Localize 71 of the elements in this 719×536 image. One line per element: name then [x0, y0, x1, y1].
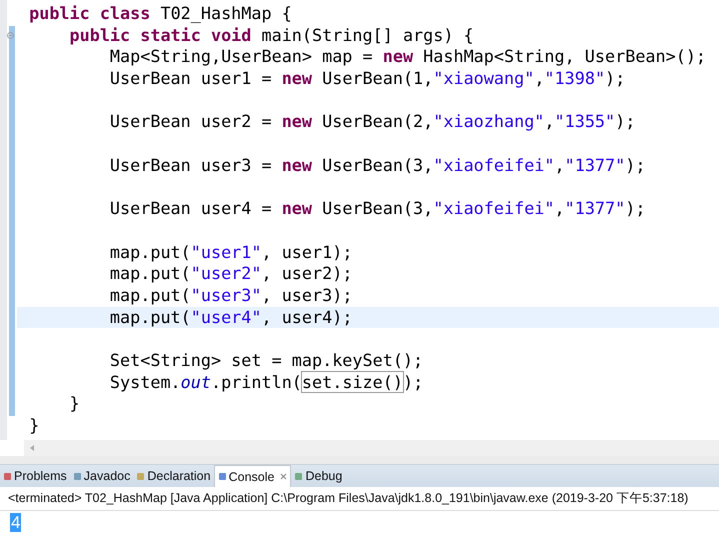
code-text: .println( — [210, 372, 302, 392]
view-tab[interactable]: Javadoc — [70, 465, 134, 487]
code-text: UserBean user4 = — [108, 198, 273, 218]
code-text: , user2); — [262, 263, 352, 284]
code-text: , user1); — [262, 242, 352, 262]
string-literal: "user4" — [190, 306, 262, 327]
code-text: UserBean(3, — [321, 198, 434, 218]
view-tab[interactable]: Problems — [0, 465, 70, 487]
code-text: ); — [605, 68, 626, 88]
string-literal: "xiaofeifei" — [433, 198, 555, 218]
keyword: public static void — [68, 24, 252, 45]
code-text: ); — [615, 111, 636, 132]
code-text: , — [544, 111, 555, 132]
code-text: map.put( — [108, 306, 191, 327]
code-text: , user3); — [262, 284, 352, 305]
view-icon — [294, 472, 304, 480]
code-text: UserBean user2 = — [108, 111, 273, 132]
string-literal: "xiaowang" — [433, 68, 534, 88]
view-icon — [136, 472, 146, 480]
code-text: , — [554, 154, 565, 175]
code-text: UserBean user1 = — [108, 68, 273, 88]
view-icon — [3, 472, 12, 480]
code-text: , user4); — [262, 306, 352, 327]
matched-expression: set.size() — [302, 372, 403, 392]
code-text: map.put( — [108, 242, 191, 262]
keyword: new — [282, 198, 312, 218]
view-tab[interactable]: Declaration — [133, 465, 214, 487]
code-text: map.put( — [108, 284, 191, 305]
code-text: ); — [625, 154, 646, 175]
keyword: new — [282, 68, 312, 88]
field-name: out — [180, 372, 211, 392]
code-text: Map<String,UserBean> map = — [108, 46, 374, 66]
keyword: public class — [29, 3, 150, 23]
code-text: UserBean(2, — [321, 111, 434, 132]
view-icon — [72, 472, 82, 480]
string-literal: "xiaofeifei" — [433, 154, 555, 175]
code-text: UserBean(1, — [321, 68, 434, 88]
code-text: , — [534, 68, 544, 88]
scroll-left-icon[interactable] — [30, 445, 35, 451]
string-literal: "1377" — [564, 198, 626, 218]
keyword: new — [382, 46, 414, 66]
code-text: map.put( — [108, 263, 191, 284]
code-text: UserBean(3, — [321, 154, 434, 175]
string-literal: "1377" — [564, 154, 626, 175]
code-text: } — [29, 415, 40, 436]
string-literal: "1398" — [544, 68, 606, 88]
code-text: Set<String> set = map.keySet(); — [108, 350, 424, 370]
view-tab[interactable]: Debug — [291, 465, 346, 487]
string-literal: "1355" — [554, 111, 616, 132]
view-icon — [218, 472, 227, 481]
string-literal: "user1" — [190, 242, 262, 262]
close-icon[interactable] — [280, 473, 288, 480]
code-text: } — [68, 393, 80, 414]
code-text: main(String[] args) { — [260, 24, 474, 45]
keyword: new — [282, 154, 312, 175]
code-editor[interactable] — [0, 0, 719, 440]
string-literal: "user2" — [190, 263, 262, 284]
code-text: T02_HashMap { — [159, 3, 292, 23]
code-text: System. — [108, 372, 181, 392]
string-literal: "user3" — [190, 284, 262, 305]
code-text: ); — [625, 198, 646, 218]
code-text: HashMap<String, UserBean>(); — [422, 46, 706, 66]
console-output: 4 — [10, 513, 22, 532]
horizontal-scrollbar[interactable] — [24, 440, 719, 456]
collapse-icon[interactable] — [7, 32, 14, 39]
code-text: ); — [402, 372, 424, 392]
string-literal: "xiaozhang" — [433, 111, 544, 132]
code-text: UserBean user3 = — [108, 154, 273, 175]
view-tab[interactable]: Console — [214, 465, 292, 487]
keyword: new — [282, 111, 312, 132]
code-text: , — [554, 198, 565, 218]
